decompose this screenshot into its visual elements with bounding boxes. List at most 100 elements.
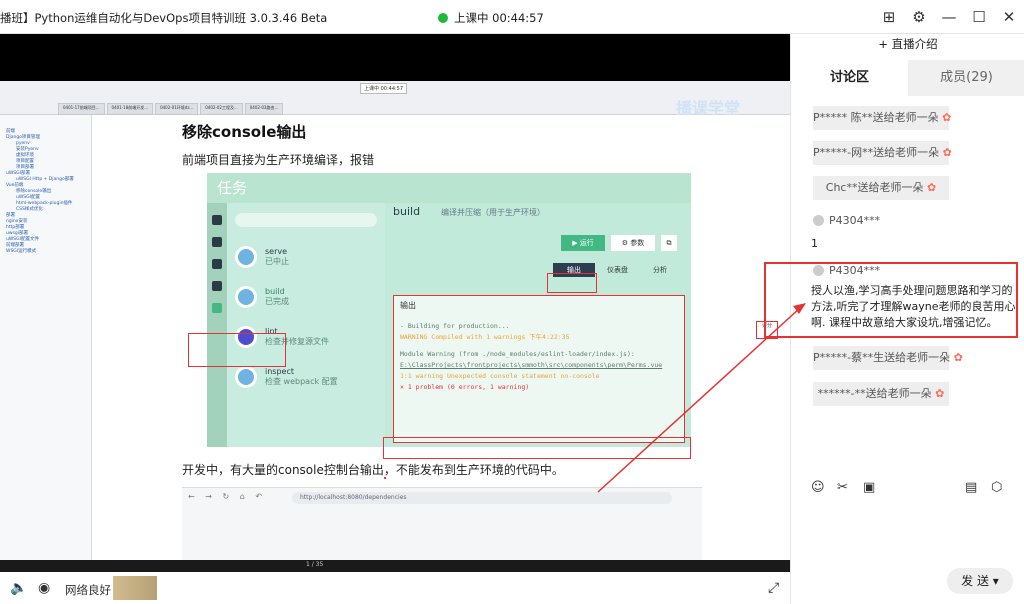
dependency-icon — [212, 259, 222, 269]
flower-icon: ✿ — [942, 146, 952, 159]
console-line: - Building for production... — [400, 322, 510, 330]
network-status: 网络良好 — [65, 583, 111, 597]
tab-discussion[interactable]: 讨论区 — [791, 60, 908, 96]
page-indicator: 1 / 35 — [306, 561, 324, 568]
gift-notice: P*****-网**送给老师一朵 ✿ — [813, 141, 952, 165]
app-title: 播班】Python运维自动化与DevOps项目特训班 3.0.3.46 Beta — [0, 11, 328, 25]
annotation-box — [188, 333, 286, 367]
flower-icon: ✿ — [935, 387, 945, 400]
flower-icon: ✿ — [926, 181, 937, 194]
open-icon: ⧉ — [661, 235, 677, 251]
task-list: serve 已中止 build 已完成 lint 检查并修复源文件 inspect 检查… — [227, 203, 385, 447]
dashboard-icon — [212, 215, 222, 225]
outline-sidebar: 前端 Django项目管理 pyenv 安装Pyenv 虚拟环境 项目配置 项目部署 uWSG… — [0, 115, 92, 560]
camera-icon[interactable]: ◉ — [38, 580, 50, 596]
editor-tab: 0402-02工程及... — [200, 103, 243, 115]
doc-heading: 移除console输出 — [182, 123, 307, 141]
task-search-input — [235, 213, 377, 227]
gift-notice: ******-**送给老师一朵 ✿ — [813, 382, 949, 406]
console-line: 1:1 warning Unexpected console statement… — [400, 372, 600, 380]
task-icon — [212, 303, 222, 313]
gift-notice: Chc**送给老师一朵 ✿ — [813, 176, 949, 200]
bottom-bar: 🔈 ◉ 网络良好 ⤢ — [0, 572, 790, 604]
minimize-button[interactable]: — — [934, 0, 964, 34]
live-status: 上课中 00:44:57 — [438, 10, 544, 26]
task-item: build 已完成 — [227, 277, 385, 317]
scissors-icon[interactable]: ✂ — [837, 480, 848, 495]
console-line: Module Warning (from ./node_modules/esli… — [400, 350, 635, 358]
gift-text: Chc**送给老师一朵 — [825, 181, 924, 194]
gift-text: P***** 陈**送给老师一朵 — [813, 111, 939, 124]
title-bar: 播班】Python运维自动化与DevOps项目特训班 3.0.3.46 Beta… — [0, 0, 1024, 34]
params-button: ⚙ 参数 — [611, 235, 655, 251]
vue-ui-task-panel: 任务 serve 已中止 build 已完成 lint 检查并修复源文件 ins… — [207, 173, 691, 447]
editor-toolbar: 上课中 00:44:57 0401-17前端项目... 0401-18前端开发.… — [0, 81, 790, 118]
tab-members[interactable]: 成员(29) — [908, 60, 1024, 96]
browser-preview: ← → ↻ ⌂ ↶ http://localhost:8080/dependen… — [182, 487, 702, 560]
layout-grid-button[interactable]: ⊞ — [874, 0, 904, 34]
chat-username: P4304*** — [829, 214, 881, 227]
dashboard-tab: 仪表盘 — [607, 266, 628, 274]
analyze-tab: 分析 — [653, 266, 667, 274]
settings-icon[interactable]: ⬡ — [991, 480, 1002, 495]
editor-tab: 0402-01环境dz... — [155, 103, 199, 115]
task-name: serve — [265, 247, 288, 256]
close-button[interactable]: ✕ — [994, 0, 1024, 34]
live-status-text: 上课中 00:44:57 — [454, 11, 544, 25]
document-area: 移除console输出 前端项目直接为生产环境编译，报错 任务 serve 已中止 — [92, 115, 756, 560]
maximize-button[interactable]: ☐ — [964, 0, 994, 34]
user-avatar-icon — [813, 215, 824, 226]
chat-toolbar: ☺ ✂ ▣ ▤ ⬡ — [791, 480, 1024, 500]
editor-tab: 0401-17前端项目... — [58, 103, 105, 115]
player-bar: 1 / 35 — [0, 560, 790, 572]
run-button: ▶ 运行 — [561, 235, 605, 251]
annotation-box — [547, 273, 597, 293]
chat-user: P4304*** — [813, 214, 880, 227]
emoji-icon[interactable]: ☺ — [811, 480, 825, 495]
build-title: build — [393, 205, 421, 218]
gift-notice: P***** 陈**送给老师一朵 ✿ — [813, 106, 952, 130]
send-button[interactable]: 发 送 ▾ — [947, 568, 1013, 594]
task-status: 已中止 — [265, 257, 289, 266]
user-thumbnail — [113, 576, 157, 600]
notes-icon[interactable]: ▤ — [965, 480, 977, 495]
video-stage[interactable]: 上课中 00:44:57 0401-17前端项目... 0401-18前端开发.… — [0, 34, 790, 572]
settings-button[interactable]: ⚙ — [904, 0, 934, 34]
console-line: WARNING Compiled with 1 warnings 下午4:22:… — [400, 333, 570, 341]
panel-tabs: 讨论区 成员(29) — [791, 60, 1024, 96]
address-bar: http://localhost:8080/dependencies — [292, 492, 672, 504]
plugin-icon — [212, 237, 222, 247]
flower-icon: ✿ — [953, 351, 963, 364]
live-intro-link[interactable]: + 直播介绍 — [791, 36, 1024, 52]
shared-screen: 上课中 00:44:57 0401-17前端项目... 0401-18前端开发.… — [0, 81, 790, 560]
task-status: 已完成 — [265, 297, 289, 306]
gift-notice: P*****-蔡**生送给老师一朵 ✿ — [813, 346, 963, 370]
flower-icon: ✿ — [942, 111, 952, 124]
task-status: 检查 webpack 配置 — [265, 377, 338, 386]
window-controls: ⊞ ⚙ — ☐ ✕ — [874, 0, 1024, 34]
task-heading: 任务 — [207, 173, 691, 203]
fullscreen-icon[interactable]: ⤢ — [768, 580, 779, 596]
task-status-icon — [235, 246, 257, 268]
image-icon[interactable]: ▣ — [863, 480, 875, 495]
task-status-icon — [235, 286, 257, 308]
task-name: build — [265, 287, 285, 296]
gift-text: P*****-蔡**生送给老师一朵 — [813, 351, 951, 364]
live-indicator-icon — [438, 13, 448, 23]
task-icon-bar — [207, 203, 227, 447]
doc-paragraph: 前端项目直接为生产环境编译，报错 — [182, 153, 375, 167]
task-name: inspect — [265, 367, 294, 376]
mini-live-status: 上课中 00:44:57 — [360, 83, 408, 94]
config-icon — [212, 281, 222, 291]
browser-nav-icons: ← → ↻ ⌂ ↶ — [188, 492, 267, 501]
build-subtitle: 编译并压缩（用于生产环境） — [441, 208, 545, 217]
editor-tab: 0401-18前端开发... — [106, 103, 154, 115]
annotation-box — [383, 437, 691, 459]
gift-text: ******-**送给老师一朵 — [817, 387, 932, 400]
console-output: 输出 - Building for production... WARNING … — [393, 295, 685, 443]
editor-tabs: 0401-17前端项目... 0401-18前端开发... 0402-01环境d… — [58, 103, 284, 115]
task-detail: build 编译并压缩（用于生产环境） ▶ 运行 ⚙ 参数 ⧉ 输出 仪表盘 分… — [385, 203, 691, 447]
editor-tab: 0402-03路由... — [244, 103, 284, 115]
volume-icon[interactable]: 🔈 — [10, 580, 27, 596]
task-status-icon — [235, 366, 257, 388]
